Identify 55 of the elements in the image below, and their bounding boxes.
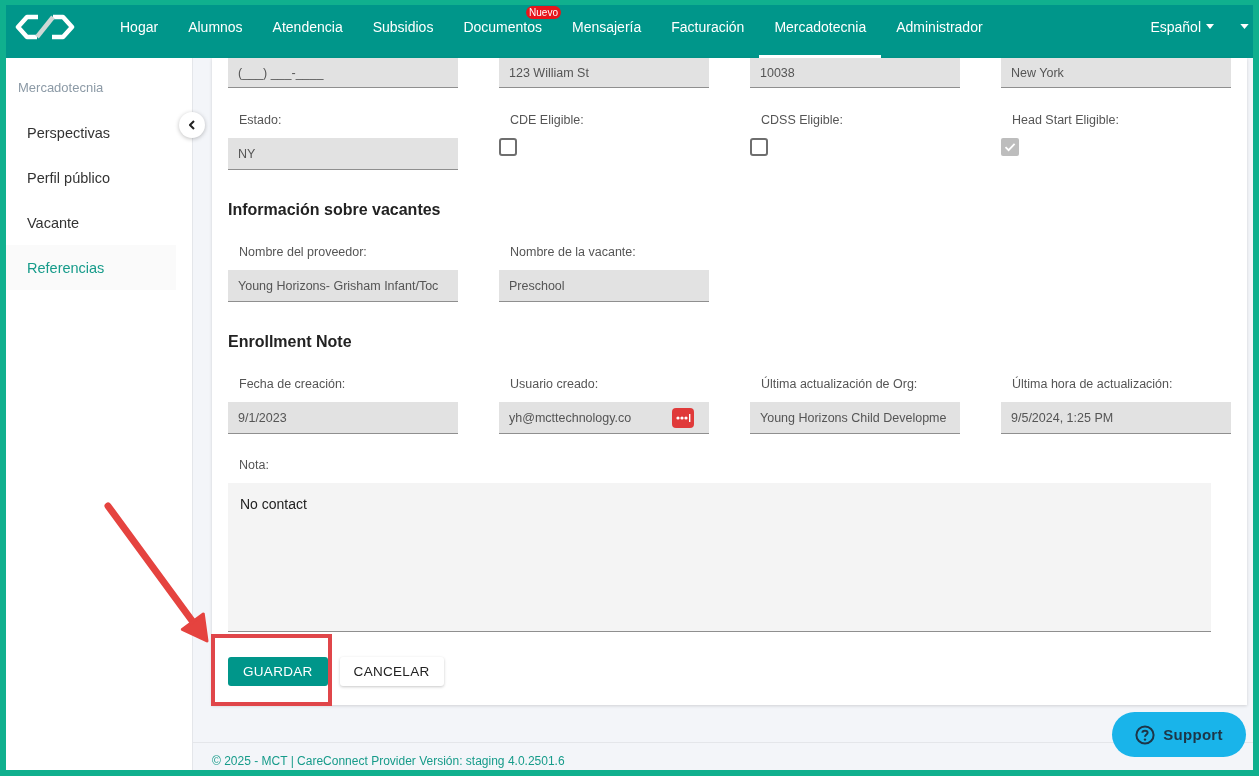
note-textarea[interactable]: No contact (228, 483, 1211, 632)
text-field[interactable]: 9/1/2023 (228, 402, 458, 434)
sidebar-item[interactable]: Perfil público (6, 155, 176, 200)
chevron-left-icon (189, 120, 195, 130)
text-field[interactable]: Young Horizons- Grisham Infant/Toc (228, 270, 458, 302)
nav-tab[interactable]: Mercadotecnia (759, 19, 882, 58)
ellipsis-icon[interactable] (672, 407, 694, 428)
section-heading: Información sobre vacantes (228, 200, 442, 220)
field-label: Nombre del proveedor: (238, 244, 368, 260)
text-field[interactable]: yh@mcttechnology.co (499, 402, 709, 434)
checkbox[interactable] (499, 138, 517, 156)
field-label: CDSS Eligible: (760, 112, 844, 128)
nav-tab[interactable]: Administrador (881, 19, 998, 58)
field-label: CDE Eligible: (509, 112, 585, 128)
text-field[interactable]: Preschool (499, 270, 709, 302)
text-field[interactable]: (___) ___-____ (228, 58, 458, 88)
sidebar-item[interactable]: Perspectivas (6, 110, 176, 155)
sidebar-item[interactable]: Vacante (6, 200, 176, 245)
logo-icon[interactable] (15, 12, 75, 41)
text-field[interactable]: 123 William St (499, 58, 709, 88)
nav-tab[interactable]: Hogar (105, 19, 174, 58)
field-label: Última actualización de Org: (760, 376, 919, 392)
cancel-button[interactable]: CANCELAR (339, 657, 444, 686)
field-label: Fecha de creación: (238, 376, 347, 392)
field-label: Nota: (238, 457, 270, 473)
field-label: Estado: (238, 112, 283, 128)
nav-tab[interactable]: Alumnos (173, 19, 258, 58)
text-field[interactable]: NY (228, 138, 458, 170)
section-heading: Enrollment Note (228, 332, 353, 352)
nav-tab[interactable]: Documentos (448, 19, 557, 58)
save-button[interactable]: GUARDAR (228, 657, 328, 686)
nav-tab[interactable]: Subsidios (357, 19, 449, 58)
sidebar-item[interactable]: Referencias (6, 245, 176, 290)
checkbox[interactable] (1001, 138, 1019, 156)
field-label: Usuario creado: (509, 376, 600, 392)
new-badge: Nuevo (526, 6, 561, 19)
caret-icon[interactable] (1240, 24, 1249, 29)
sidebar-heading: Mercadotecnia (17, 80, 105, 96)
nav-tab[interactable]: Facturación (656, 19, 760, 58)
field-label: Última hora de actualización: (1011, 376, 1174, 392)
text-field[interactable]: 9/5/2024, 1:25 PM (1001, 402, 1231, 434)
field-label: Head Start Eligible: (1011, 112, 1120, 128)
help-icon (1135, 724, 1156, 745)
text-field[interactable]: New York (1001, 58, 1231, 88)
caret-icon (1206, 24, 1214, 29)
nav-tab[interactable]: Mensajería (556, 19, 657, 58)
language-dropdown[interactable]: Español (1150, 18, 1214, 35)
nav-tab[interactable]: Atendencia (257, 19, 358, 58)
collapse-button[interactable] (179, 112, 205, 138)
text-field[interactable]: Young Horizons Child Developme (750, 402, 960, 434)
field-label: Nombre de la vacante: (509, 244, 637, 260)
footer-text: © 2025 - MCT | CareConnect Provider Versión: staging 4.0.2501.6 (212, 754, 565, 768)
support-button[interactable]: Support (1112, 712, 1246, 757)
text-field[interactable]: 10038 (750, 58, 960, 88)
checkbox[interactable] (750, 138, 768, 156)
